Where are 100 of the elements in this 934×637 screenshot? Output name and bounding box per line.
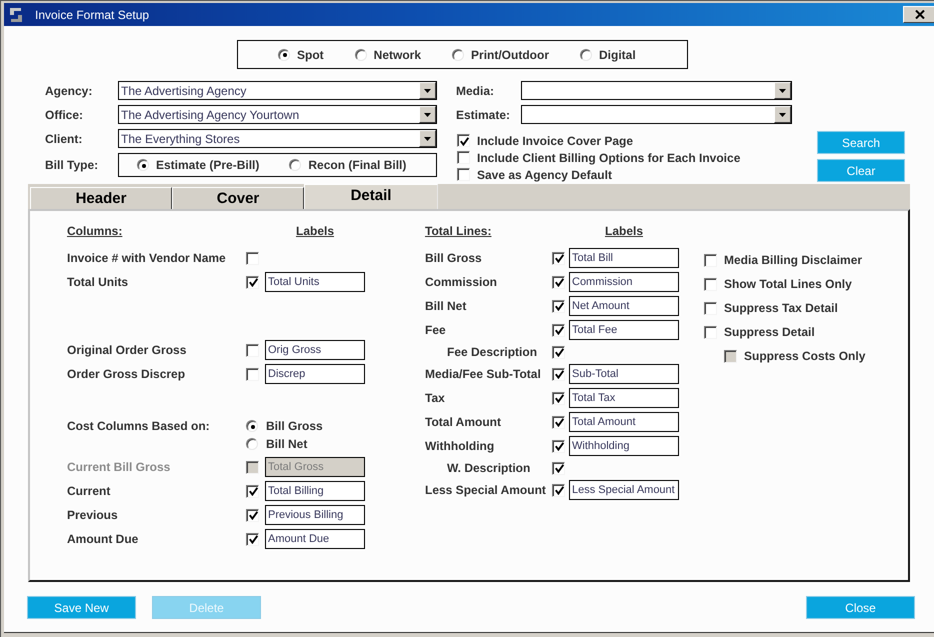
radio-label: Network (374, 48, 422, 62)
checkbox[interactable] (246, 484, 259, 498)
tick-icon (554, 278, 564, 287)
text-field[interactable]: Withholding (569, 436, 679, 456)
radio-label: Estimate (Pre-Bill) (156, 158, 260, 172)
option-label: Media Billing Disclaimer (724, 253, 862, 267)
checkbox[interactable] (552, 416, 565, 428)
option-label: Save as Agency Default (477, 168, 612, 182)
row-label: Cost Columns Based on: (67, 419, 210, 433)
tick-icon (554, 394, 564, 403)
caret-icon (779, 88, 786, 92)
row-label: Tax (425, 391, 445, 405)
radio-button[interactable] (137, 159, 149, 171)
dropdown-field[interactable]: The Advertising Agency (118, 81, 437, 100)
section-heading: Total Lines: (425, 224, 492, 238)
checkbox[interactable] (552, 440, 565, 452)
tab[interactable]: Cover (172, 187, 304, 209)
tab[interactable]: Detail (304, 184, 438, 209)
dropdown-button[interactable] (419, 82, 436, 99)
window-title: Invoice Format Setup (35, 8, 150, 22)
checkbox[interactable] (704, 254, 717, 266)
tick-icon (554, 302, 564, 311)
row-label: Total Amount (425, 415, 501, 429)
tab[interactable]: Header (30, 187, 172, 209)
text-field[interactable]: Sub-Total (569, 364, 679, 384)
radio-button[interactable] (580, 48, 592, 60)
caret-icon (424, 88, 431, 92)
checkbox[interactable] (246, 508, 259, 522)
checkbox[interactable] (552, 276, 565, 288)
radio-button[interactable] (289, 159, 302, 171)
tick-icon (554, 370, 564, 379)
text-field[interactable]: Discrep (265, 364, 365, 384)
row-label: Bill Gross (425, 251, 482, 265)
dropdown-button[interactable] (419, 130, 436, 147)
dropdown-field[interactable]: The Advertising Agency Yourtown (118, 105, 437, 124)
option-label: Suppress Detail (724, 325, 815, 339)
field-label: Bill Type: (45, 158, 98, 172)
checkbox[interactable] (704, 278, 717, 290)
radio-button[interactable] (278, 48, 290, 60)
checkbox[interactable] (704, 326, 717, 338)
checkbox[interactable] (457, 151, 470, 164)
row-label: Order Gross Discrep (67, 367, 186, 381)
tick-icon (248, 487, 258, 496)
dropdown-field[interactable] (521, 105, 792, 124)
radio-dot-icon (250, 424, 254, 428)
radio-button[interactable] (246, 420, 258, 432)
checkbox[interactable] (552, 346, 565, 358)
checkbox[interactable] (246, 532, 259, 546)
dropdown-field[interactable] (521, 81, 792, 100)
dropdown-button[interactable] (419, 106, 436, 123)
radio-button[interactable] (246, 438, 258, 450)
checkbox[interactable] (552, 300, 565, 312)
tick-icon (460, 136, 468, 146)
field-label: Client: (45, 132, 82, 146)
text-field[interactable]: Total Tax (569, 388, 679, 408)
checkbox[interactable] (246, 252, 259, 264)
radio-label: Recon (Final Bill) (308, 158, 406, 172)
row-label: Media/Fee Sub-Total (425, 367, 541, 381)
tick-icon (248, 511, 258, 520)
row-label: Original Order Gross (67, 343, 186, 357)
checkbox[interactable] (246, 344, 259, 356)
checkbox[interactable] (457, 134, 470, 147)
text-field[interactable]: Previous Billing (265, 505, 365, 525)
tick-icon (248, 278, 258, 287)
text-field[interactable]: Net Amount (569, 296, 679, 316)
checkbox[interactable] (457, 168, 470, 181)
text-field[interactable]: Amount Due (265, 529, 365, 549)
checkbox[interactable] (552, 252, 565, 264)
radio-button[interactable] (452, 48, 464, 60)
tick-icon (554, 464, 564, 473)
text-field[interactable]: Total Fee (569, 320, 679, 340)
dropdown-field[interactable]: The Everything Stores (118, 129, 437, 148)
field-label: Media: (456, 84, 494, 98)
field-label: Office: (45, 108, 84, 122)
dropdown-button[interactable] (774, 106, 791, 123)
row-label: Total Units (67, 275, 128, 289)
checkbox[interactable] (552, 392, 565, 404)
checkbox[interactable] (552, 368, 565, 380)
caret-icon (424, 136, 431, 140)
text-field[interactable]: Total Bill (569, 248, 679, 268)
text-field[interactable]: Total Amount (569, 412, 679, 432)
checkbox[interactable] (246, 368, 259, 380)
close-window-button[interactable] (903, 6, 934, 23)
text-field[interactable]: Commission (569, 272, 679, 292)
checkbox[interactable] (552, 484, 565, 496)
text-field[interactable]: Less Special Amount (569, 480, 679, 500)
dropdown-button[interactable] (774, 82, 791, 99)
text-field[interactable]: Orig Gross (265, 340, 365, 360)
option-label: Show Total Lines Only (724, 277, 852, 291)
field-label: Estimate: (456, 108, 510, 122)
radio-button[interactable] (354, 48, 367, 60)
checkbox[interactable] (246, 276, 259, 288)
text-field[interactable]: Total Units (265, 272, 365, 292)
text-field[interactable]: Total Billing (265, 481, 365, 501)
row-label: Fee Description (447, 345, 538, 359)
tick-icon (554, 486, 564, 495)
checkbox[interactable] (552, 462, 565, 474)
row-label: Current Bill Gross (67, 460, 170, 474)
checkbox[interactable] (552, 324, 565, 336)
checkbox[interactable] (704, 302, 717, 314)
